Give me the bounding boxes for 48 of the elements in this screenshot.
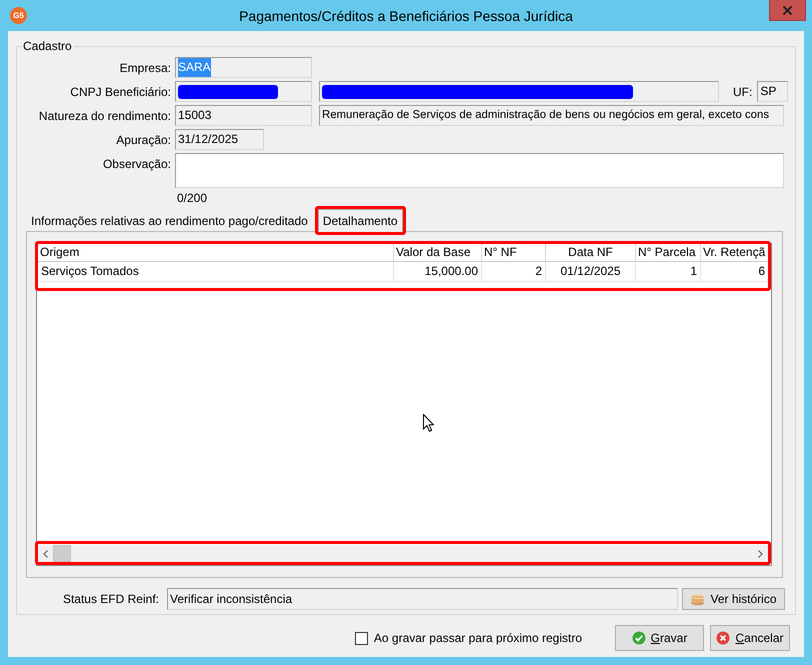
cnpj-field[interactable]: [175, 81, 312, 102]
field-label: CNPJ Beneficiário:: [69, 84, 171, 98]
date-field[interactable]: 31/12/2025: [175, 129, 264, 150]
checkbox-label[interactable]: Ao gravar passar para próximo registro: [374, 631, 582, 645]
income-description-field[interactable]: Remuneração de Serviços de administração de bens ou negócios em geral, exceto cons: [319, 105, 784, 126]
uf-field[interactable]: SP: [757, 81, 788, 102]
field-label: UF:: [733, 84, 752, 98]
scrollbar-thumb[interactable]: [53, 545, 71, 562]
table-cell: 1: [636, 262, 701, 282]
group-title: Cadastro: [22, 39, 73, 53]
tab[interactable]: Informações relativas ao rendimento pago/creditado: [26, 210, 313, 231]
field-label: Natureza do rendimento:: [38, 108, 171, 122]
column-header[interactable]: Valor da Base: [394, 244, 482, 262]
cancel-button[interactable]: Cancelar: [710, 625, 790, 651]
column-header[interactable]: N° NF: [482, 244, 546, 262]
table-cell: 2: [482, 262, 546, 282]
table-cell: 15,000.00: [394, 262, 482, 282]
window-title: Pagamentos/Créditos a Beneficiários Pessoa Jurídica: [239, 8, 573, 24]
income-code-field[interactable]: 15003: [175, 105, 312, 126]
check-circle-icon: [632, 631, 646, 645]
tab[interactable]: Detalhamento: [318, 209, 403, 232]
close-icon: [783, 6, 792, 14]
notes-field[interactable]: [175, 153, 784, 188]
table-cell: 6: [701, 262, 768, 282]
close-button[interactable]: [769, 0, 806, 21]
app-logo: G5: [10, 7, 27, 24]
table-cell: 01/12/2025: [546, 262, 636, 282]
cancel-circle-icon: [716, 631, 730, 645]
coin-stack-icon: [690, 592, 706, 606]
history-button[interactable]: Ver histórico: [682, 588, 785, 610]
character-counter: 0/200: [177, 192, 208, 205]
column-header[interactable]: Vr. Retençã: [701, 244, 768, 262]
status-field[interactable]: Verificar inconsistência: [167, 588, 678, 610]
checkbox[interactable]: [354, 632, 368, 644]
field-label: Observação:: [102, 156, 171, 171]
chevron-right-icon: [758, 550, 763, 558]
field-label: Apuração:: [115, 132, 171, 146]
column-header[interactable]: Origem: [38, 244, 394, 262]
save-button[interactable]: Gravar: [615, 625, 704, 651]
column-header[interactable]: Data NF: [546, 244, 636, 262]
field-label: Empresa:: [118, 60, 171, 74]
chevron-left-icon: [43, 550, 48, 558]
table-cell: Serviços Tomados: [38, 262, 394, 282]
field-label: Status EFD Reinf:: [62, 592, 159, 606]
beneficiary-name-field[interactable]: [319, 81, 719, 102]
horizontal-scrollbar[interactable]: [38, 545, 768, 562]
column-header[interactable]: N° Parcela: [636, 244, 701, 262]
mouse-pointer-icon: [423, 414, 434, 432]
